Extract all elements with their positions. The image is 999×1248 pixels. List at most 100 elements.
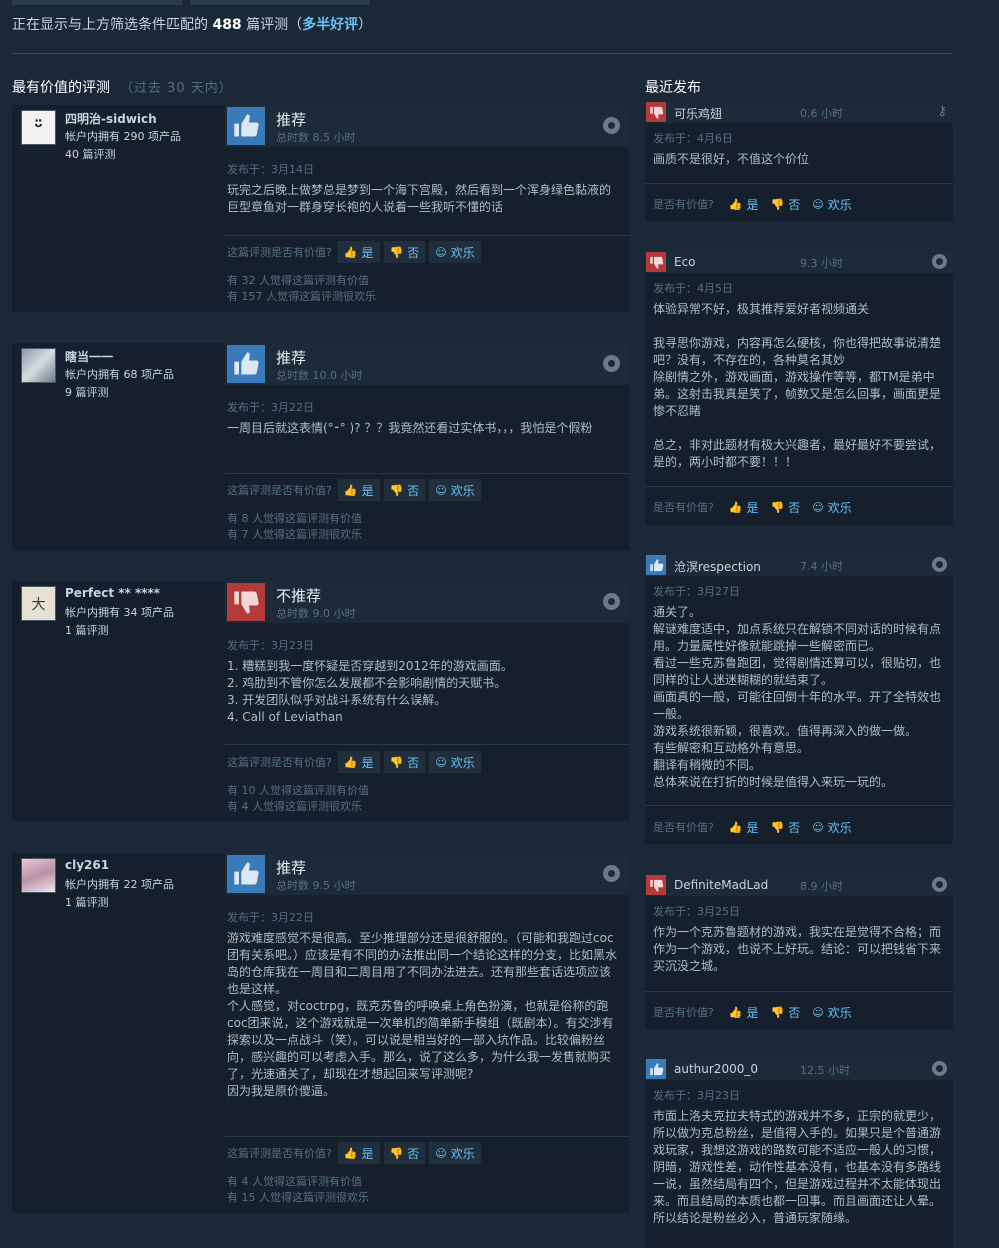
review-author[interactable]: 瞎当一一 帐户内拥有 68 项产品 9 篇评测: [12, 343, 220, 550]
thumbs-up-icon: 👍: [728, 197, 743, 211]
vote-no-button[interactable]: 👎 否: [383, 241, 426, 263]
vote-yes-button[interactable]: 👍 是: [724, 816, 764, 838]
vote-funny-button[interactable]: ☺ 欢乐: [807, 193, 856, 215]
vote-funny-button[interactable]: ☺ 欢乐: [429, 479, 481, 501]
review-card: 大 Perfect ** **** 帐户内拥有 34 项产品 1 篇评测 不推荐…: [12, 581, 629, 821]
helpful-vote-row: 是否有价值? 👍 是 👎 否 ☺ 欢乐: [653, 193, 859, 215]
recent-review-header[interactable]: authur2000_0 12.5 小时: [645, 1058, 953, 1080]
review-author[interactable]: 大 Perfect ** **** 帐户内拥有 34 项产品 1 篇评测: [12, 581, 220, 821]
recent-review-header[interactable]: DefiniteMadLad 8.9 小时: [645, 874, 953, 896]
author-name[interactable]: Eco: [674, 255, 696, 269]
vote-yes-button[interactable]: 👍 是: [337, 479, 380, 501]
vote-stats: 有 8 人觉得这篇评测有价值 有 7 人觉得这篇评测很欢乐: [227, 511, 362, 543]
review-header[interactable]: 推荐 总时数 9.5 小时: [225, 853, 629, 895]
author-review-count[interactable]: 40 篇评测: [65, 146, 116, 162]
review-card: 瞎当一一 帐户内拥有 68 项产品 9 篇评测 推荐 总时数 10.0 小时 发…: [12, 343, 629, 550]
summary-count: 488: [212, 17, 242, 33]
avatar[interactable]: 大: [21, 586, 56, 621]
tab-stub-2[interactable]: [190, 0, 370, 5]
vote-yes-label: 是: [361, 245, 374, 260]
review-author[interactable]: cly261 帐户内拥有 22 项产品 1 篇评测: [12, 853, 220, 1213]
review-author[interactable]: ᵕ̈ 四明治-sidwich 帐户内拥有 290 项产品 40 篇评测: [12, 105, 220, 312]
vote-funny-button[interactable]: ☺ 欢乐: [807, 816, 856, 838]
key-icon: ⚷: [937, 104, 947, 119]
avatar[interactable]: [21, 858, 56, 893]
vote-yes-button[interactable]: 👍 是: [337, 241, 380, 263]
vote-funny-button[interactable]: ☺ 欢乐: [807, 496, 856, 518]
author-name[interactable]: authur2000_0: [674, 1062, 758, 1076]
vote-no-label: 否: [788, 197, 801, 212]
review-verdict: 推荐: [276, 111, 307, 129]
review-body: 一周目后就这表情(°⁃° )? ？？我竟然还看过实体书，，，我怕是个假粉: [227, 420, 621, 437]
vote-yes-button[interactable]: 👍 是: [337, 751, 380, 773]
author-review-count[interactable]: 1 篇评测: [65, 622, 109, 638]
thumbs-down-icon: 👎: [389, 755, 404, 769]
vote-yes-label: 是: [746, 820, 759, 835]
helpful-count-text: 有 32 人觉得这篇评测有价值: [227, 274, 369, 287]
review-text: 翻译有稍微的不同。: [653, 758, 762, 772]
author-review-count[interactable]: 9 篇评测: [65, 384, 109, 400]
review-hours: 8.9 小时: [800, 880, 843, 893]
thumbs-down-icon: 👎: [770, 820, 785, 834]
avatar[interactable]: [21, 348, 56, 383]
vote-no-button[interactable]: 👎 否: [383, 751, 426, 773]
summary-rating[interactable]: 多半好评: [302, 17, 358, 33]
vote-yes-button[interactable]: 👍 是: [337, 1142, 380, 1164]
avatar[interactable]: ᵕ̈: [21, 110, 56, 145]
review-body: 市面上洛夫克拉夫特式的游戏并不多，正宗的就更少，所以做为克总粉丝，是值得入手的。…: [653, 1108, 945, 1227]
review-date: 发布于：3月23日: [653, 1089, 740, 1102]
helpful-count-text: 有 4 人觉得这篇评测有价值: [227, 1175, 362, 1188]
review-hours: 9.3 小时: [800, 257, 843, 270]
thumbs-up-icon: 👍: [728, 500, 743, 514]
recent-review-header[interactable]: Eco 9.3 小时: [645, 251, 953, 273]
review-text: 通关了。: [653, 605, 702, 619]
helpful-section-title: 最有价值的评测 （过去 30 天内）: [12, 77, 233, 97]
author-name[interactable]: Perfect ** ****: [65, 586, 160, 600]
author-name[interactable]: 瞎当一一: [65, 348, 113, 365]
vote-no-button[interactable]: 👎 否: [766, 816, 806, 838]
vote-yes-button[interactable]: 👍 是: [724, 193, 764, 215]
thumbs-down-icon: [646, 252, 666, 272]
recent-review-header[interactable]: 可乐鸡翅 0.6 小时 ⚷: [645, 101, 953, 123]
vote-funny-label: 欢乐: [450, 755, 475, 770]
vote-funny-button[interactable]: ☺ 欢乐: [429, 751, 481, 773]
author-products[interactable]: 帐户内拥有 34 项产品: [65, 604, 174, 620]
author-name[interactable]: cly261: [65, 858, 109, 872]
vote-no-button[interactable]: 👎 否: [383, 1142, 426, 1164]
author-name[interactable]: 可乐鸡翅: [674, 105, 722, 122]
author-products[interactable]: 帐户内拥有 22 项产品: [65, 876, 174, 892]
author-name[interactable]: 四明治-sidwich: [65, 110, 157, 127]
helpful-vote-row: 是否有价值? 👍 是 👎 否 ☺ 欢乐: [653, 1001, 859, 1023]
vote-funny-button[interactable]: ☺ 欢乐: [807, 1001, 856, 1023]
review-header[interactable]: 推荐 总时数 10.0 小时: [225, 343, 629, 385]
review-header[interactable]: 推荐 总时数 8.5 小时: [225, 105, 629, 147]
vote-no-label: 否: [788, 820, 801, 835]
vote-no-button[interactable]: 👎 否: [383, 479, 426, 501]
smiley-icon: ☺: [435, 1146, 447, 1160]
author-name[interactable]: 沧溟respection: [674, 558, 761, 575]
steam-icon: [932, 254, 947, 269]
review-text: 有些解密和互动格外有意思。: [653, 741, 810, 755]
vote-funny-button[interactable]: ☺ 欢乐: [429, 241, 481, 263]
author-products[interactable]: 帐户内拥有 290 项产品: [65, 128, 181, 144]
review-text: 玩完之后晚上做梦总是梦到一个海下宫殿，然后看到一个浑身绿色黏液的巨型章鱼对一群身…: [227, 183, 612, 214]
tab-stub-1[interactable]: [12, 0, 182, 5]
vote-no-button[interactable]: 👎 否: [766, 193, 806, 215]
vote-yes-button[interactable]: 👍 是: [724, 496, 764, 518]
vote-no-button[interactable]: 👎 否: [766, 496, 806, 518]
vote-no-button[interactable]: 👎 否: [766, 1001, 806, 1023]
review-text: 看过一些克苏鲁跑团，觉得剧情还算可以，很贴切，也同样的让人迷迷糊糊的就结束了。: [653, 656, 942, 687]
vote-yes-button[interactable]: 👍 是: [724, 1001, 764, 1023]
vote-funny-button[interactable]: ☺ 欢乐: [429, 1142, 481, 1164]
funny-count-text: 有 7 人觉得这篇评测很欢乐: [227, 528, 362, 541]
author-review-count[interactable]: 1 篇评测: [65, 894, 109, 910]
recent-review-card: authur2000_0 12.5 小时 发布于：3月23日 市面上洛夫克拉夫特…: [645, 1058, 953, 1248]
helpful-question: 是否有价值?: [653, 198, 714, 211]
review-header[interactable]: 不推荐 总时数 9.0 小时: [225, 581, 629, 623]
author-products[interactable]: 帐户内拥有 68 项产品: [65, 366, 174, 382]
thumbs-up-icon: 👍: [343, 1146, 358, 1160]
recent-review-card: Eco 9.3 小时 发布于：4月5日 体验异常不好，极其推荐爱好者视频通关 我…: [645, 251, 953, 525]
recent-review-header[interactable]: 沧溟respection 7.4 小时: [645, 554, 953, 576]
author-name[interactable]: DefiniteMadLad: [674, 878, 768, 892]
